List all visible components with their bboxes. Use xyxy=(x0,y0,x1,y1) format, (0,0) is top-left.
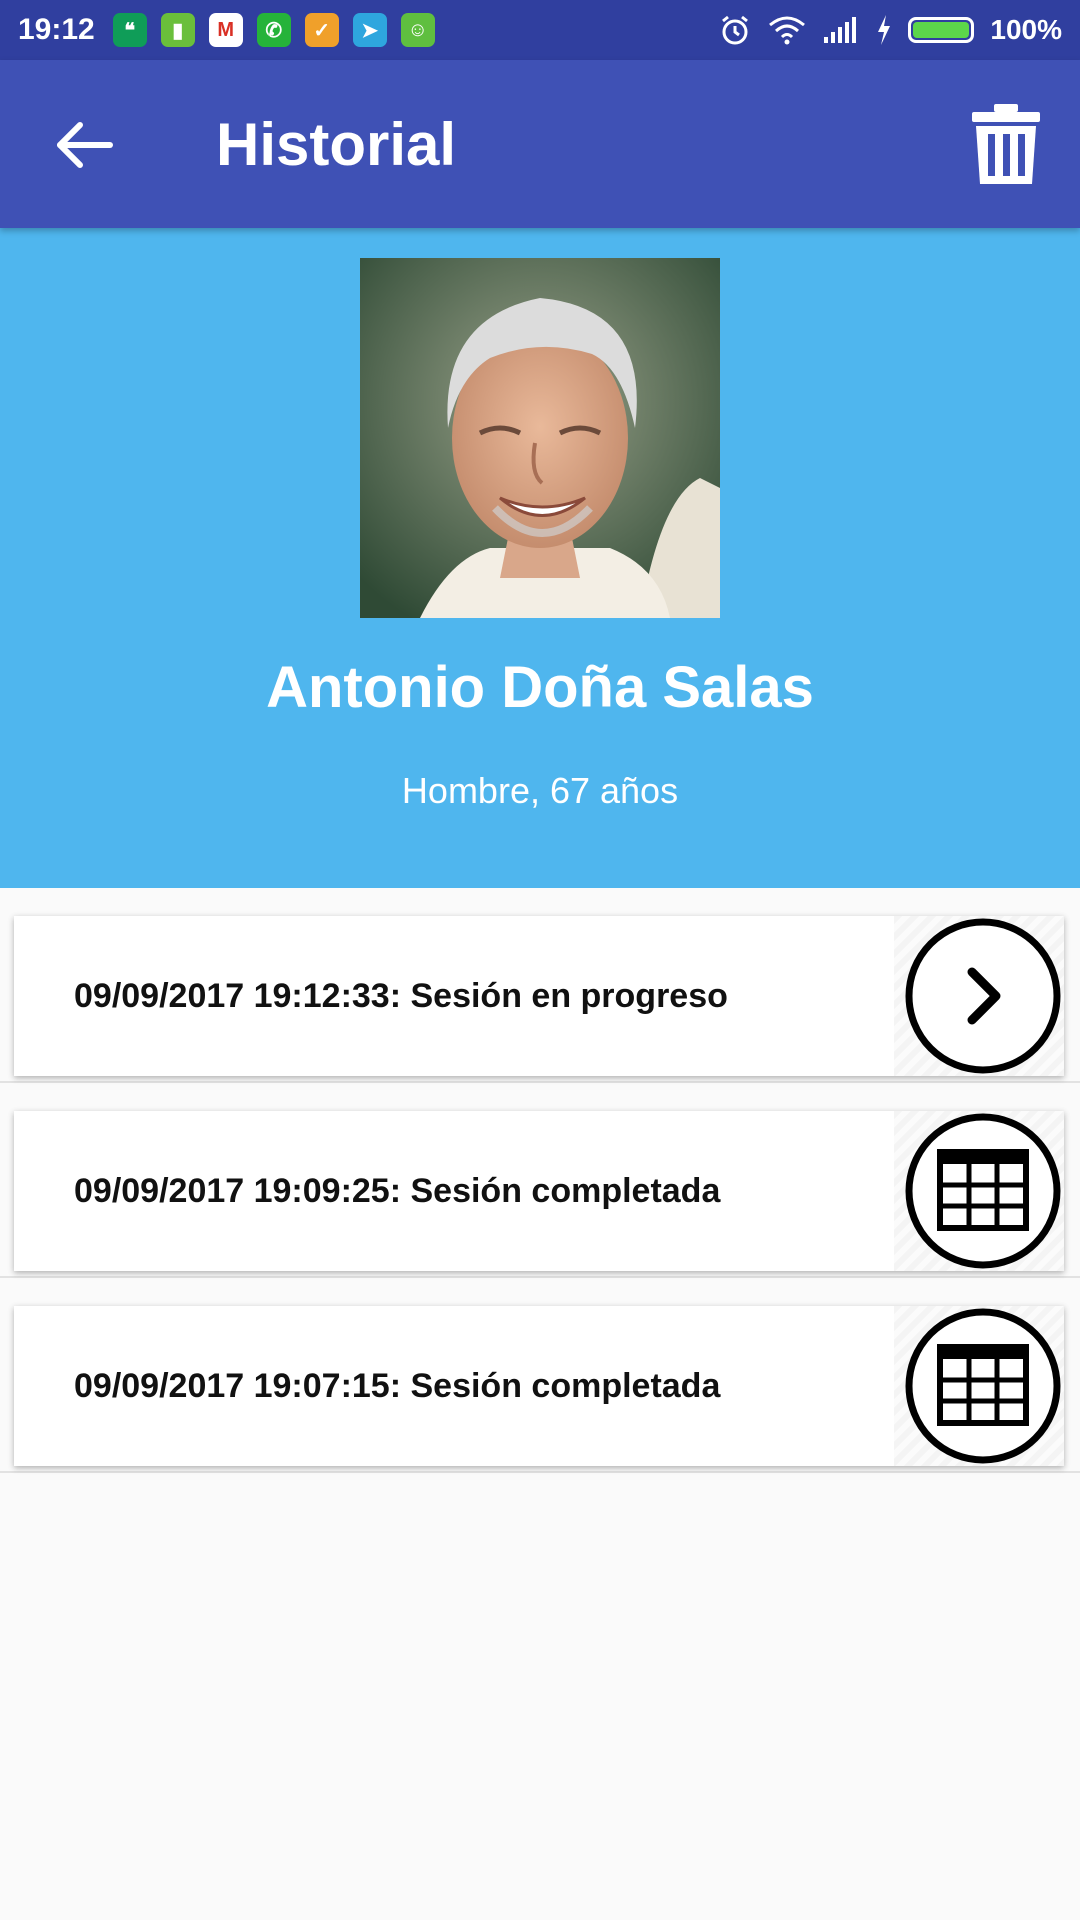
session-icon-area xyxy=(894,1111,1064,1271)
alarm-icon xyxy=(722,15,749,45)
list-item: 09/09/2017 19:07:15: Sesión completada xyxy=(0,1278,1080,1473)
battery-icon xyxy=(908,17,975,43)
trash-icon[interactable] xyxy=(968,102,1044,186)
status-time: 19:12 xyxy=(18,13,95,46)
signal-icon xyxy=(824,17,857,43)
hangouts-icon: ❝ xyxy=(112,13,147,47)
profile-photo xyxy=(360,258,720,618)
whatsapp-icon: ✆ xyxy=(256,13,291,47)
session-label: 09/09/2017 19:12:33: Sesión en progreso xyxy=(74,977,728,1015)
session-card[interactable]: 09/09/2017 19:12:33: Sesión en progreso xyxy=(14,916,1064,1076)
status-bar-left: 19:12 ❝ ▮ M ✆ ✓ ➤ ☺ xyxy=(18,13,435,47)
status-bar-right: 100% xyxy=(718,13,1062,47)
arrow-back-icon[interactable] xyxy=(50,110,120,180)
session-label: 09/09/2017 19:07:15: Sesión completada xyxy=(74,1367,721,1405)
telegram-icon: ➤ xyxy=(352,13,387,47)
battery-percent: 100% xyxy=(990,14,1062,45)
profile-name: Antonio Doña Salas xyxy=(266,655,814,720)
status-bar: 19:12 ❝ ▮ M ✆ ✓ ➤ ☺ 100% xyxy=(0,0,1080,60)
table-circle-icon[interactable] xyxy=(904,1307,1062,1465)
list-item: 09/09/2017 19:12:33: Sesión en progreso xyxy=(0,888,1080,1083)
profile-header: Antonio Doña Salas Hombre, 67 años xyxy=(0,228,1080,888)
battery-app-icon: ▮ xyxy=(160,13,195,47)
orange-app-icon: ✓ xyxy=(304,13,339,47)
profile-subtitle: Hombre, 67 años xyxy=(401,770,679,811)
chevron-right-circle-icon[interactable] xyxy=(904,917,1062,1075)
table-circle-icon[interactable] xyxy=(904,1112,1062,1270)
battery-level xyxy=(913,22,970,38)
list-item: 09/09/2017 19:09:25: Sesión completada xyxy=(0,1083,1080,1278)
wifi-icon xyxy=(769,16,806,45)
session-label: 09/09/2017 19:09:25: Sesión completada xyxy=(74,1172,721,1210)
android-app-icon: ☺ xyxy=(400,13,435,47)
session-card[interactable]: 09/09/2017 19:07:15: Sesión completada xyxy=(14,1306,1064,1466)
app-bar: Historial xyxy=(0,60,1080,228)
charging-icon xyxy=(878,15,891,45)
gmail-icon: M xyxy=(208,13,243,47)
session-icon-area xyxy=(894,916,1064,1076)
page-title: Historial xyxy=(216,111,457,178)
session-icon-area xyxy=(894,1306,1064,1466)
session-card[interactable]: 09/09/2017 19:09:25: Sesión completada xyxy=(14,1111,1064,1271)
